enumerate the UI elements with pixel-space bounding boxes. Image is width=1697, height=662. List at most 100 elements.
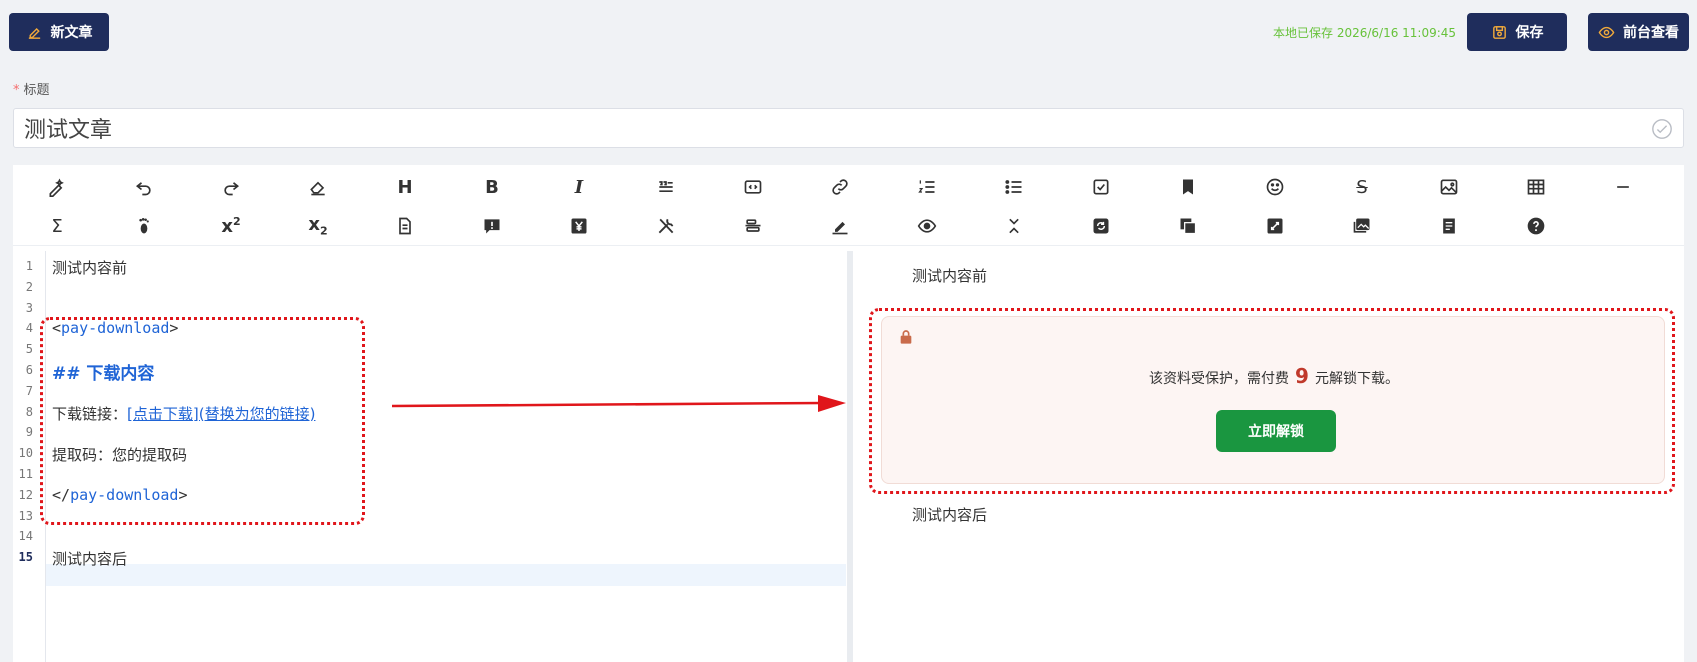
line-number: 6 <box>25 363 33 377</box>
preview-icon[interactable] <box>913 213 941 239</box>
line-number: 1 <box>25 259 33 273</box>
line-number: 9 <box>25 425 33 440</box>
subscript-icon[interactable]: x2 <box>304 213 332 239</box>
line-number: 14 <box>18 529 33 544</box>
footprint-icon[interactable] <box>130 213 158 239</box>
markdown-editor: H B I S Σ x2 x2 123456 7 8 9 10 11 12 13… <box>13 165 1684 662</box>
bookmark-icon[interactable] <box>1174 174 1202 200</box>
sigma-icon[interactable]: Σ <box>43 213 71 239</box>
preview-text-before: 测试内容前 <box>912 267 988 285</box>
ordered-list-icon[interactable] <box>913 174 941 200</box>
alert-icon[interactable] <box>478 213 506 239</box>
yuan-icon[interactable] <box>565 213 593 239</box>
fullscreen-icon[interactable] <box>1261 213 1289 239</box>
code-icon[interactable] <box>739 174 767 200</box>
help-icon[interactable] <box>1522 213 1550 239</box>
tag-bracket: > <box>178 485 188 504</box>
code-line[interactable]: <pay-download> <box>52 319 178 337</box>
markdown-link[interactable]: [点击下载](替换为您的链接) <box>127 405 315 423</box>
table-icon[interactable] <box>1522 174 1550 200</box>
preview-pane: 测试内容前 该资料受保护，需付费 9 元解锁下载。 立即解锁 测试内容后 <box>855 251 1684 662</box>
collapse-icon[interactable] <box>1000 213 1028 239</box>
tag-name: pay-download <box>70 485 179 504</box>
title-label: * 标题 <box>13 79 50 98</box>
redo-icon[interactable] <box>217 174 245 200</box>
superscript-icon[interactable]: x2 <box>217 213 245 239</box>
align-icon[interactable] <box>739 213 767 239</box>
gallery-icon[interactable] <box>1348 213 1376 239</box>
line-number: 10 <box>18 446 33 461</box>
title-input[interactable] <box>14 109 1683 147</box>
tag-bracket: > <box>169 319 179 338</box>
save-button[interactable]: 保存 <box>1467 13 1567 51</box>
bold-icon[interactable]: B <box>478 174 506 200</box>
tag-name: pay-download <box>61 319 170 338</box>
line-number: 2 <box>25 279 33 294</box>
preview-text-after: 测试内容后 <box>912 506 988 524</box>
pay-message-prefix: 该资料受保护，需付费 <box>1149 371 1290 387</box>
view-frontend-button[interactable]: 前台查看 <box>1588 13 1689 51</box>
pane-splitter[interactable] <box>847 251 853 662</box>
top-bar: 新文章 本地已保存 2026/6/16 11:09:45 保存 前台查看 <box>0 0 1697 64</box>
line-number: 7 <box>25 383 33 398</box>
heading-icon[interactable]: H <box>391 174 419 200</box>
required-mark: * <box>13 83 20 98</box>
title-label-text: 标题 <box>23 83 50 98</box>
tag-bracket: < <box>52 319 62 338</box>
strikethrough-icon[interactable]: S <box>1348 174 1376 200</box>
saved-status: 本地已保存 2026/6/16 11:09:45 <box>1273 26 1457 40</box>
tools-icon[interactable] <box>652 213 680 239</box>
new-article-label: 新文章 <box>50 25 93 41</box>
highlight-icon[interactable] <box>826 213 854 239</box>
line-number: 3 <box>25 300 33 315</box>
code-line[interactable]: 测试内容后 <box>52 548 127 569</box>
line-number-gutter: 1 2 3 4 5 6 7 8 9 10 11 12 13 14 15 <box>13 251 46 662</box>
magic-pen-icon[interactable] <box>43 174 71 200</box>
line-number: 13 <box>18 508 33 523</box>
price-value: 9 <box>1295 364 1309 388</box>
image-icon[interactable] <box>1435 174 1463 200</box>
save-icon <box>1492 25 1506 39</box>
undo-icon[interactable] <box>130 174 158 200</box>
link-prefix: 下载链接： <box>52 404 128 423</box>
quote-icon[interactable] <box>652 174 680 200</box>
italic-icon[interactable]: I <box>565 174 593 200</box>
pay-message-suffix: 元解锁下载。 <box>1314 371 1399 387</box>
unordered-list-icon[interactable] <box>1000 174 1028 200</box>
line-number: 11 <box>18 467 33 481</box>
line-number: 12 <box>18 487 33 502</box>
pay-download-box: 该资料受保护，需付费 9 元解锁下载。 立即解锁 <box>881 316 1665 484</box>
emoji-icon[interactable] <box>1261 174 1289 200</box>
check-circle-icon <box>1652 119 1672 139</box>
markdown-source-pane[interactable]: 1 2 3 4 5 6 7 8 9 10 11 12 13 14 15 测试内容前 <pay-download… <box>13 251 846 662</box>
code-line[interactable]: 提取码：您的提取码 <box>52 444 187 465</box>
save-label: 保存 <box>1515 25 1544 41</box>
new-article-button[interactable]: 新文章 <box>9 13 109 51</box>
editor-toolbar: H B I S Σ x2 x2 <box>13 165 1684 246</box>
title-field <box>13 108 1684 148</box>
unlock-button[interactable]: 立即解锁 <box>1216 410 1336 452</box>
line-number: 5 <box>25 342 33 357</box>
eye-icon <box>1598 26 1615 38</box>
code-line[interactable]: 下载链接：[点击下载](替换为您的链接) <box>52 403 315 424</box>
line-number: 4 <box>25 321 33 336</box>
lock-icon <box>900 330 912 344</box>
pencil-icon <box>28 27 40 39</box>
checkbox-icon[interactable] <box>1087 174 1115 200</box>
horizontal-rule-icon[interactable] <box>1609 174 1637 200</box>
line-number: 8 <box>25 404 33 419</box>
refresh-icon[interactable] <box>1087 213 1115 239</box>
code-line[interactable]: 测试内容前 <box>52 257 127 278</box>
pay-message: 该资料受保护，需付费 9 元解锁下载。 <box>882 364 1666 388</box>
code-line[interactable]: ## 下载内容 <box>52 359 154 384</box>
eraser-icon[interactable] <box>304 174 332 200</box>
copy-icon[interactable] <box>1174 213 1202 239</box>
tag-bracket: </ <box>52 485 71 504</box>
code-line[interactable]: </pay-download> <box>52 486 187 504</box>
document-icon[interactable] <box>391 213 419 239</box>
note-icon[interactable] <box>1435 213 1463 239</box>
active-line-highlight <box>13 564 846 586</box>
line-number: 15 <box>18 550 33 565</box>
link-icon[interactable] <box>826 174 854 200</box>
view-frontend-label: 前台查看 <box>1623 25 1679 41</box>
